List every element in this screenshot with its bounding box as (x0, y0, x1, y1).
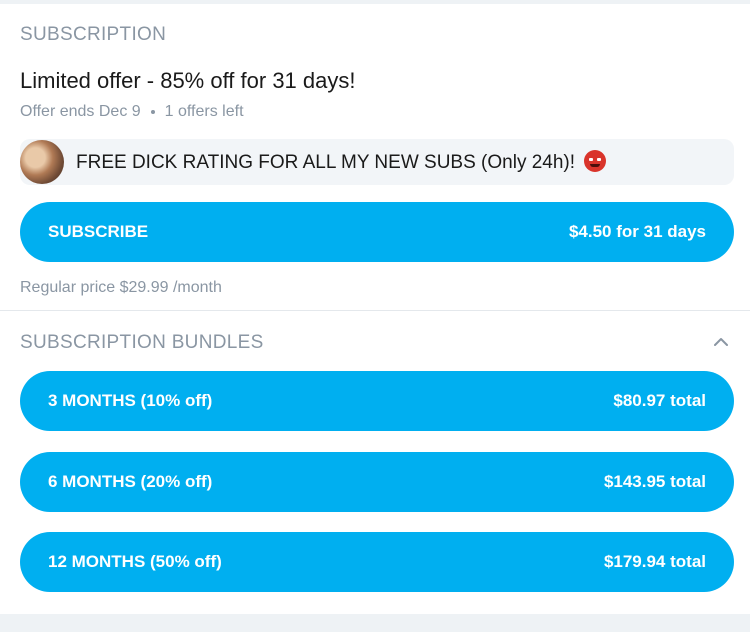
bundle-button-3-months[interactable]: 3 MONTHS (10% off) $80.97 total (20, 371, 734, 431)
bundles-section: SUBSCRIPTION BUNDLES 3 MONTHS (10% off) … (0, 311, 750, 614)
smiling-devil-icon (584, 150, 607, 172)
separator-dot (150, 110, 155, 114)
message-text: FREE DICK RATING FOR ALL MY NEW SUBS (On… (76, 152, 576, 173)
subscribe-button-label: SUBSCRIBE (48, 222, 149, 241)
creator-message-text: FREE DICK RATING FOR ALL MY NEW SUBS (On… (76, 150, 607, 174)
offers-left: 1 offers left (164, 103, 244, 120)
bundle-price: $179.94 total (603, 552, 706, 571)
subscription-section: SUBSCRIPTION Limited offer - 85% off for… (0, 4, 750, 310)
bundle-label: 3 MONTHS (10% off) (48, 391, 213, 410)
offer-ends: Offer ends Dec 9 (20, 103, 141, 120)
section-title-subscription: SUBSCRIPTION (20, 24, 167, 45)
bundle-label: 6 MONTHS (20% off) (48, 472, 213, 491)
bottom-divider (0, 614, 750, 632)
creator-message: FREE DICK RATING FOR ALL MY NEW SUBS (On… (20, 139, 734, 185)
bundle-price: $143.95 total (603, 472, 706, 491)
section-title-bundles: SUBSCRIPTION BUNDLES (20, 332, 264, 353)
bundle-button-6-months[interactable]: 6 MONTHS (20% off) $143.95 total (20, 452, 734, 512)
subscribe-button-price: $4.50 for 31 days (568, 222, 706, 241)
offer-title: Limited offer - 85% off for 31 days! (20, 68, 356, 93)
chevron-up-icon[interactable] (714, 335, 728, 349)
regular-price: Regular price $29.99 /month (20, 279, 222, 296)
bundle-label: 12 MONTHS (50% off) (48, 552, 222, 571)
avatar[interactable] (20, 140, 64, 184)
subscription-card: SUBSCRIPTION Limited offer - 85% off for… (0, 0, 750, 614)
offer-meta: Offer ends Dec 9 1 offers left (20, 103, 244, 121)
bundle-price: $80.97 total (613, 391, 706, 410)
subscribe-button[interactable]: SUBSCRIBE $4.50 for 31 days (20, 202, 734, 262)
bundle-button-12-months[interactable]: 12 MONTHS (50% off) $179.94 total (20, 532, 734, 592)
